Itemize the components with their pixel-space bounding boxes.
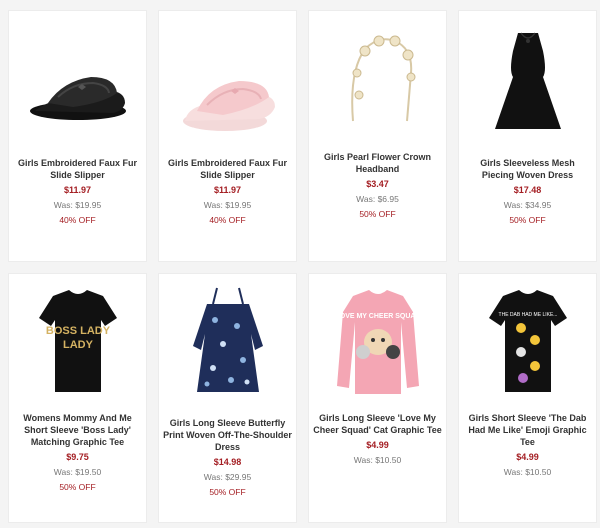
product-card[interactable]: Girls Long Sleeve Butterfly Print Woven … bbox=[158, 273, 297, 523]
product-name[interactable]: Girls Sleeveless Mesh Piecing Woven Dres… bbox=[463, 157, 592, 181]
product-was-price: Was: $6.95 bbox=[356, 194, 399, 204]
product-card[interactable]: BOSS LADY LADY Womens Mommy And Me Short… bbox=[8, 273, 147, 523]
product-was-price: Was: $29.95 bbox=[203, 472, 252, 482]
product-was-price: Was: $10.50 bbox=[353, 455, 402, 465]
cat-tee-image[interactable]: LOVE MY CHEER SQUAD bbox=[309, 274, 446, 404]
tee-print-text: THE DAB HAD ME LIKE... bbox=[498, 312, 557, 318]
product-discount: 50% OFF bbox=[209, 487, 246, 497]
emoji-tee-image[interactable]: THE DAB HAD ME LIKE... bbox=[459, 274, 596, 404]
product-was-price: Was: $34.95 bbox=[503, 200, 552, 210]
boss-lady-tee-image[interactable]: BOSS LADY LADY bbox=[9, 274, 146, 404]
product-was-price: Was: $10.50 bbox=[503, 467, 552, 477]
product-price: $14.98 bbox=[213, 457, 242, 467]
product-price: $17.48 bbox=[513, 185, 542, 195]
product-price: $3.47 bbox=[366, 179, 389, 189]
product-was-price: Was: $19.95 bbox=[53, 200, 102, 210]
product-discount: 50% OFF bbox=[509, 215, 546, 225]
pink-slipper-image[interactable] bbox=[159, 11, 296, 141]
product-price: $11.97 bbox=[213, 185, 242, 195]
product-name[interactable]: Girls Short Sleeve 'The Dab Had Me Like'… bbox=[463, 412, 592, 448]
headband-image[interactable] bbox=[309, 11, 446, 141]
product-card[interactable]: THE DAB HAD ME LIKE... Girls Short Sleev… bbox=[458, 273, 597, 523]
product-price: $4.99 bbox=[366, 440, 389, 450]
product-name[interactable]: Girls Long Sleeve 'Love My Cheer Squad' … bbox=[313, 412, 442, 436]
product-card[interactable]: LOVE MY CHEER SQUAD Girls Long Sleeve 'L… bbox=[308, 273, 447, 523]
product-name[interactable]: Girls Long Sleeve Butterfly Print Woven … bbox=[163, 417, 292, 453]
product-discount: 50% OFF bbox=[59, 482, 96, 492]
product-name[interactable]: Womens Mommy And Me Short Sleeve 'Boss L… bbox=[13, 412, 142, 448]
product-discount: 40% OFF bbox=[209, 215, 246, 225]
tee-print-text: LOVE MY CHEER SQUAD bbox=[335, 313, 420, 320]
product-name[interactable]: Girls Embroidered Faux Fur Slide Slipper bbox=[13, 157, 142, 181]
product-name[interactable]: Girls Embroidered Faux Fur Slide Slipper bbox=[163, 157, 292, 181]
product-card[interactable]: Girls Embroidered Faux Fur Slide Slipper… bbox=[8, 10, 147, 262]
product-was-price: Was: $19.95 bbox=[203, 200, 252, 210]
black-dress-image[interactable] bbox=[459, 11, 596, 141]
product-card[interactable]: Girls Pearl Flower Crown Headband $3.47 … bbox=[308, 10, 447, 262]
tee-print-text: BOSS LADY bbox=[45, 325, 110, 337]
product-was-price: Was: $19.50 bbox=[53, 467, 102, 477]
product-card[interactable]: Girls Embroidered Faux Fur Slide Slipper… bbox=[158, 10, 297, 262]
product-card[interactable]: Girls Sleeveless Mesh Piecing Woven Dres… bbox=[458, 10, 597, 262]
product-discount: 50% OFF bbox=[359, 209, 396, 219]
product-price: $9.75 bbox=[66, 452, 89, 462]
product-name[interactable]: Girls Pearl Flower Crown Headband bbox=[313, 151, 442, 175]
butterfly-dress-image[interactable] bbox=[159, 274, 296, 404]
black-slipper-image[interactable] bbox=[9, 11, 146, 141]
svg-text:LADY: LADY bbox=[63, 339, 94, 351]
product-price: $11.97 bbox=[63, 185, 92, 195]
product-price: $4.99 bbox=[516, 452, 539, 462]
product-discount: 40% OFF bbox=[59, 215, 96, 225]
